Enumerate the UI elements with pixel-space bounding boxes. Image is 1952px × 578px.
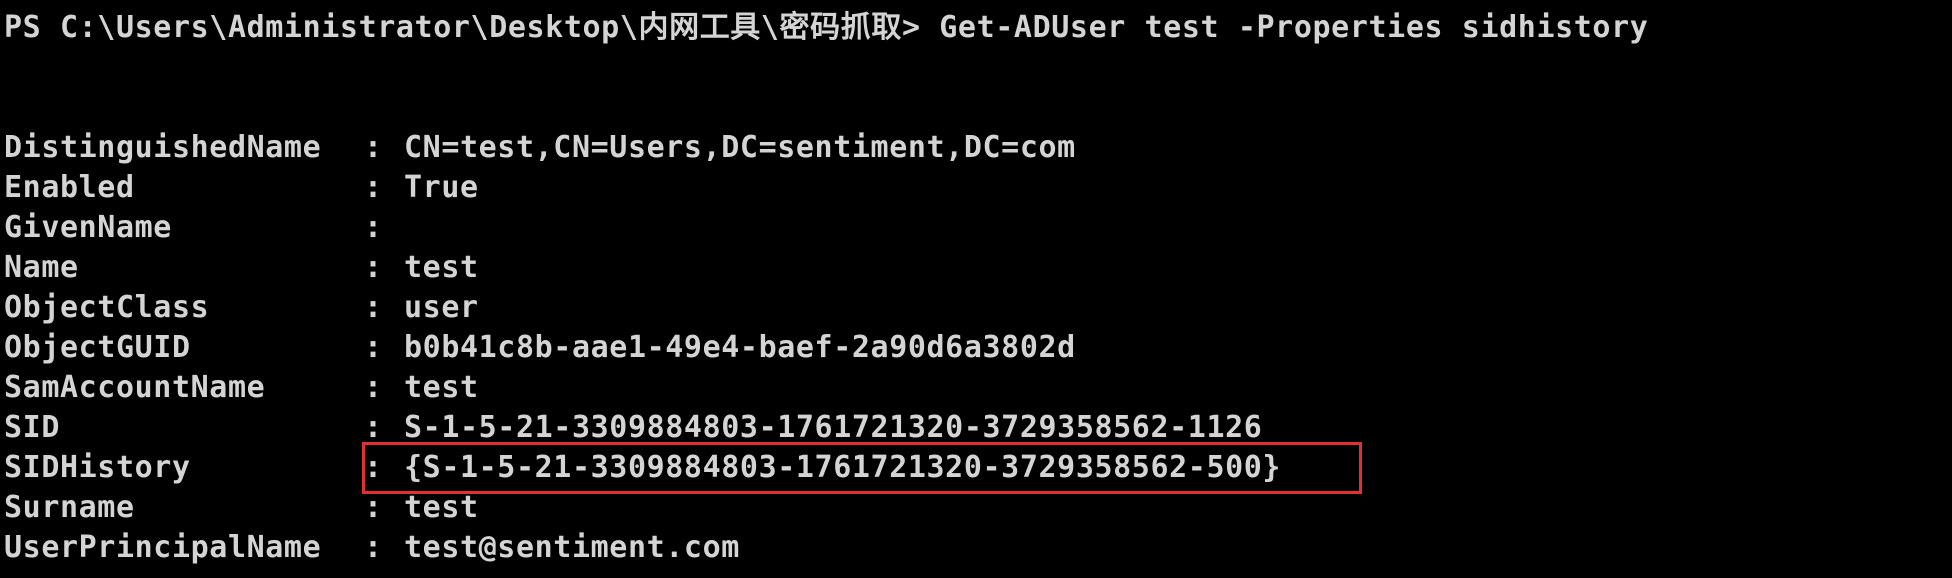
property-key: SID [4,410,60,445]
property-key: UserPrincipalName [4,530,322,565]
property-separator: : [364,170,383,205]
property-row-samaccountname: SamAccountName: test [4,368,479,408]
property-separator: : [364,210,383,245]
property-key: SIDHistory [4,450,191,485]
property-row-enabled: Enabled: True [4,168,479,208]
powershell-terminal[interactable]: PS C:\Users\Administrator\Desktop\内网工具\密… [0,0,1952,578]
property-value: True [404,170,479,205]
property-value: b0b41c8b-aae1-49e4-baef-2a90d6a3802d [404,330,1076,365]
property-row-name: Name: test [4,248,479,288]
property-value: test@sentiment.com [404,530,740,565]
property-key: ObjectGUID [4,330,191,365]
property-key: Enabled [4,170,135,205]
property-row-distinguishedname: DistinguishedName: CN=test,CN=Users,DC=se… [4,128,1076,168]
property-separator: : [364,130,383,165]
sidhistory-highlight-box [362,442,1362,494]
property-row-surname: Surname: test [4,488,479,528]
property-row-objectclass: ObjectClass: user [4,288,479,328]
property-value: user [404,290,479,325]
property-key: Surname [4,490,135,525]
property-separator: : [364,250,383,285]
property-separator: : [364,530,383,565]
property-row-objectguid: ObjectGUID: b0b41c8b-aae1-49e4-baef-2a90d… [4,328,1076,368]
property-key: SamAccountName [4,370,266,405]
property-key: DistinguishedName [4,130,322,165]
property-row-userprincipalname: UserPrincipalName: test@sentiment.com [4,528,740,568]
property-value: test [404,250,479,285]
property-separator: : [364,490,383,525]
property-separator: : [364,290,383,325]
property-separator: : [364,370,383,405]
property-separator: : [364,330,383,365]
property-key: Name [4,250,79,285]
property-row-givenname: GivenName: [4,208,404,248]
property-key: ObjectClass [4,290,210,325]
property-value: test [404,490,479,525]
property-value: test [404,370,479,405]
property-key: GivenName [4,210,172,245]
command-prompt-line: PS C:\Users\Administrator\Desktop\内网工具\密… [4,10,1649,45]
property-value: CN=test,CN=Users,DC=sentiment,DC=com [404,130,1076,165]
